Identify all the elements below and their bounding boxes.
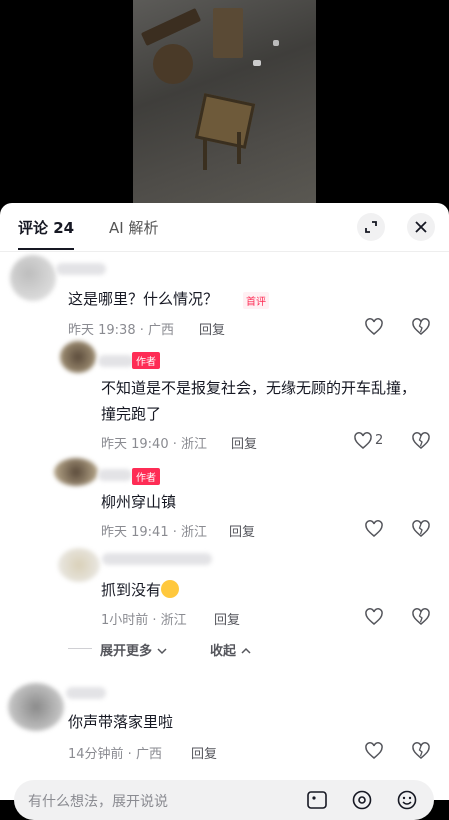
thread-line: [68, 648, 92, 649]
like-count: 2: [375, 433, 384, 448]
comment-text: 柳州穿山镇: [101, 493, 177, 511]
heart-icon[interactable]: [364, 607, 384, 627]
comment-text: 不知道是不是报复社会，无缘无顾的开车乱撞，撞完跑了: [101, 379, 417, 423]
reply-button[interactable]: 回复: [191, 743, 217, 762]
tab-ai-analysis[interactable]: AI 解析: [109, 217, 158, 238]
comment-text-content: 抓到没有: [101, 581, 162, 599]
comment-text: 你声带落家里啦: [68, 713, 174, 731]
reply-button[interactable]: 回复: [199, 319, 225, 338]
heart-icon[interactable]: [353, 431, 373, 451]
comment-time: 14分钟前 · 广西: [68, 747, 162, 762]
tab-indicator: [18, 248, 74, 250]
expand-more-label: 展开更多: [100, 644, 153, 659]
comment-text: 抓到没有: [101, 577, 180, 603]
expand-more-button[interactable]: 展开更多: [100, 640, 167, 659]
avatar[interactable]: [54, 458, 98, 486]
comment-input-bar[interactable]: 有什么想法，展开说说: [14, 780, 434, 820]
first-comment-badge: 首评: [243, 292, 269, 309]
avatar[interactable]: [60, 341, 96, 373]
chevron-up-icon: [241, 647, 251, 654]
emoji-icon[interactable]: [396, 789, 418, 811]
reply-button[interactable]: 回复: [229, 521, 255, 540]
dislike-icon[interactable]: [411, 519, 431, 539]
video-frame: [133, 0, 316, 205]
at-icon[interactable]: [351, 789, 373, 811]
author-badge: 作者: [132, 352, 160, 369]
collapse-button[interactable]: 收起: [210, 640, 251, 659]
close-icon: [415, 221, 427, 233]
avatar[interactable]: [8, 683, 64, 731]
dislike-icon[interactable]: [411, 741, 431, 761]
reply-button[interactable]: 回复: [214, 609, 240, 628]
tab-bar: 评论 24 AI 解析: [0, 203, 449, 251]
expand-button[interactable]: [357, 213, 385, 241]
heart-icon[interactable]: [364, 317, 384, 337]
emoji-icon: [161, 580, 180, 598]
comment-input[interactable]: 有什么想法，展开说说: [28, 791, 168, 811]
avatar[interactable]: [10, 255, 56, 301]
expand-icon: [365, 221, 377, 233]
username[interactable]: [56, 263, 106, 275]
heart-icon[interactable]: [364, 519, 384, 539]
heart-icon[interactable]: [364, 741, 384, 761]
dislike-icon[interactable]: [411, 317, 431, 337]
divider: [0, 251, 449, 252]
close-button[interactable]: [407, 213, 435, 241]
username[interactable]: [98, 355, 134, 367]
username[interactable]: [102, 553, 212, 565]
comment-time: 昨天 19:40 · 浙江: [101, 437, 207, 452]
username[interactable]: [66, 687, 106, 699]
comment-time: 1小时前 · 浙江: [101, 613, 187, 628]
dislike-icon[interactable]: [411, 607, 431, 627]
comments-sheet: 评论 24 AI 解析 这是哪里？什么情况？ 首评 昨天 19:38 · 广西 …: [0, 203, 449, 820]
tab-comments[interactable]: 评论 24: [18, 217, 74, 238]
author-badge: 作者: [132, 468, 160, 485]
chevron-down-icon: [157, 648, 167, 655]
video-player[interactable]: [0, 0, 449, 205]
username[interactable]: [98, 469, 132, 481]
comment-time: 昨天 19:38 · 广西: [68, 323, 174, 338]
collapse-label: 收起: [210, 644, 237, 659]
reply-button[interactable]: 回复: [231, 433, 257, 452]
image-icon[interactable]: [306, 790, 328, 810]
avatar[interactable]: [58, 548, 100, 582]
comment-text: 这是哪里？什么情况？: [68, 290, 219, 308]
comment-time: 昨天 19:41 · 浙江: [101, 525, 207, 540]
dislike-icon[interactable]: [411, 431, 431, 451]
